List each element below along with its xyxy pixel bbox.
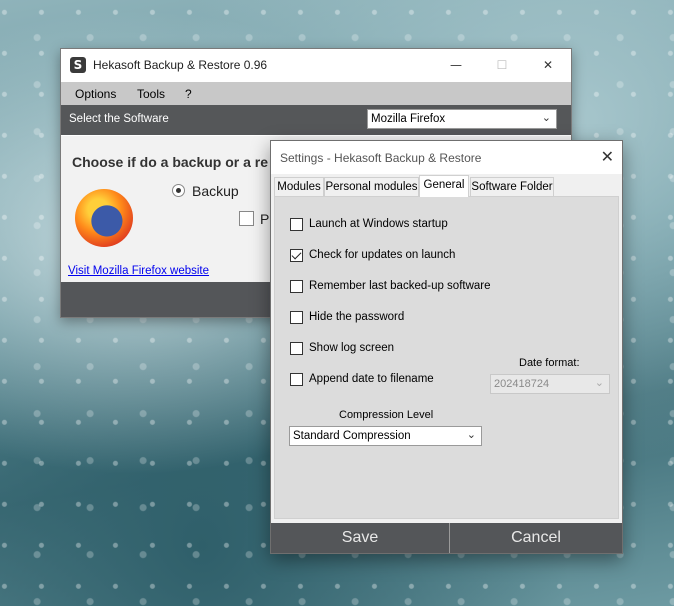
cancel-button[interactable]: Cancel xyxy=(450,523,622,553)
remember-software-label: Remember last backed-up software xyxy=(309,280,491,292)
chevron-down-icon: ⌄ xyxy=(594,376,604,389)
menu-tools[interactable]: Tools xyxy=(137,87,165,101)
compression-value: Standard Compression xyxy=(293,430,411,442)
date-format-dropdown: 202418724 ⌄ xyxy=(490,374,610,394)
append-date-checkbox[interactable] xyxy=(290,373,303,386)
menu-bar: Options Tools ? xyxy=(61,82,571,105)
app-logo-icon: S xyxy=(70,57,86,73)
show-log-checkbox[interactable] xyxy=(290,342,303,355)
chevron-down-icon: ⌄ xyxy=(466,428,476,441)
main-heading: Choose if do a backup or a re xyxy=(72,154,269,170)
dialog-button-bar: Save Cancel xyxy=(271,523,622,553)
firefox-website-link[interactable]: Visit Mozilla Firefox website xyxy=(68,265,209,277)
tab-software-folder[interactable]: Software Folder xyxy=(470,177,554,196)
append-date-label: Append date to filename xyxy=(309,373,434,385)
main-window-title: Hekasoft Backup & Restore 0.96 xyxy=(93,58,268,72)
main-titlebar: S Hekasoft Backup & Restore 0.96 — ☐ ✕ xyxy=(61,49,571,82)
remember-software-checkbox[interactable] xyxy=(290,280,303,293)
settings-body: Modules Personal modules General Softwar… xyxy=(271,174,622,523)
tab-general[interactable]: General xyxy=(419,175,469,197)
chevron-down-icon: ⌄ xyxy=(541,111,551,124)
software-dropdown-value: Mozilla Firefox xyxy=(371,113,446,125)
hide-password-label: Hide the password xyxy=(309,311,405,323)
settings-dialog: Settings - Hekasoft Backup & Restore ✕ M… xyxy=(270,140,623,554)
select-software-label: Select the Software xyxy=(69,113,169,125)
hide-password-checkbox[interactable] xyxy=(290,311,303,324)
compression-level-label: Compression Level xyxy=(339,409,434,421)
software-dropdown[interactable]: Mozilla Firefox ⌄ xyxy=(367,109,557,129)
close-icon[interactable]: ✕ xyxy=(601,147,614,166)
maximize-icon[interactable]: ☐ xyxy=(479,49,525,82)
settings-title: Settings - Hekasoft Backup & Restore xyxy=(280,151,482,165)
show-log-label: Show log screen xyxy=(309,342,395,354)
tab-modules[interactable]: Modules xyxy=(274,177,324,196)
partial-checkbox[interactable] xyxy=(239,211,254,226)
save-button[interactable]: Save xyxy=(271,523,449,553)
launch-startup-checkbox[interactable] xyxy=(290,218,303,231)
backup-radio-label: Backup xyxy=(192,183,239,199)
check-updates-checkbox[interactable] xyxy=(290,249,303,262)
backup-radio[interactable] xyxy=(172,184,185,197)
date-format-label: Date format: xyxy=(519,357,580,369)
menu-help[interactable]: ? xyxy=(185,87,192,101)
minimize-icon[interactable]: — xyxy=(433,49,479,82)
menu-options[interactable]: Options xyxy=(75,87,116,101)
date-format-value: 202418724 xyxy=(494,378,550,390)
launch-startup-label: Launch at Windows startup xyxy=(309,218,448,230)
software-select-bar: Select the Software Mozilla Firefox ⌄ xyxy=(61,105,571,135)
close-icon[interactable]: ✕ xyxy=(525,49,571,82)
general-tab-panel: Launch at Windows startup Check for upda… xyxy=(274,196,619,519)
tab-personal-modules[interactable]: Personal modules xyxy=(324,177,419,196)
check-updates-label: Check for updates on launch xyxy=(309,249,456,261)
firefox-logo-icon xyxy=(75,189,133,247)
compression-dropdown[interactable]: Standard Compression ⌄ xyxy=(289,426,482,446)
